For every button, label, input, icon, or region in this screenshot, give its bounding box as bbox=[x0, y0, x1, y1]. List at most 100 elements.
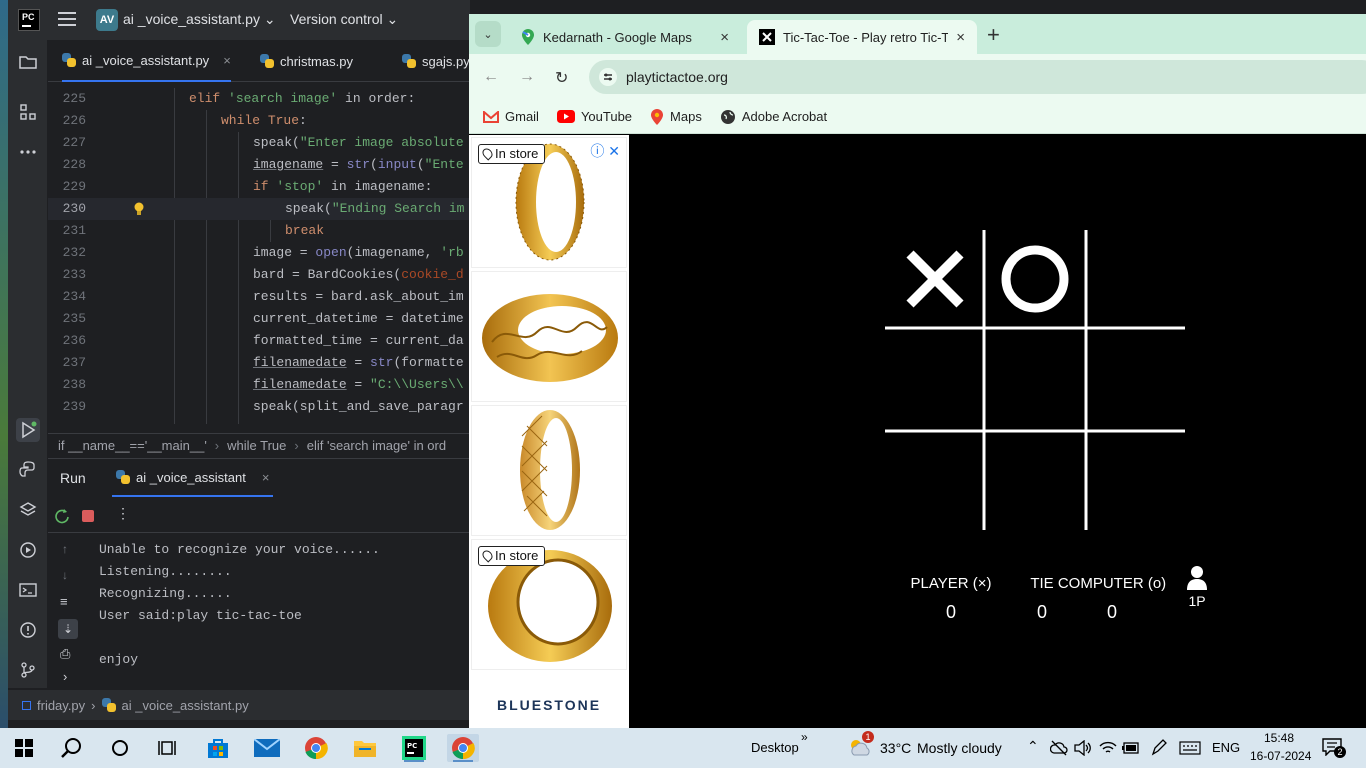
problems-icon[interactable] bbox=[16, 618, 40, 642]
ad-ring-2[interactable] bbox=[471, 271, 627, 402]
project-badge[interactable]: AV bbox=[96, 9, 118, 31]
terminal-icon[interactable] bbox=[16, 578, 40, 602]
site-settings-icon[interactable] bbox=[599, 68, 617, 86]
git-icon[interactable] bbox=[16, 658, 40, 682]
board-cell-6[interactable] bbox=[1087, 330, 1187, 430]
touch-keyboard-icon[interactable] bbox=[1179, 741, 1201, 755]
back-arrow-icon[interactable]: ← bbox=[483, 68, 499, 86]
pen-icon[interactable] bbox=[1150, 739, 1168, 757]
board-cell-5[interactable] bbox=[985, 330, 1085, 430]
board-cell-2[interactable] bbox=[985, 230, 1085, 330]
code-editor[interactable]: 225 elif 'search image' in order: 226 whil… bbox=[48, 88, 470, 424]
services-icon[interactable] bbox=[16, 538, 40, 562]
cortana-button[interactable] bbox=[104, 734, 136, 762]
breadcrumb-item[interactable]: while True bbox=[227, 438, 286, 453]
taskbar-chrome-active[interactable] bbox=[447, 734, 479, 762]
input-language[interactable]: ENG bbox=[1212, 740, 1240, 755]
status-path-item[interactable]: ai _voice_assistant.py bbox=[122, 698, 249, 713]
breadcrumb-item[interactable]: if __name__=='__main__' bbox=[58, 438, 207, 453]
run-tool-icon[interactable] bbox=[16, 418, 40, 442]
close-tab-icon[interactable]: × bbox=[720, 29, 729, 46]
forward-arrow-icon[interactable]: → bbox=[519, 68, 535, 86]
print-icon[interactable]: ⎙ bbox=[60, 646, 70, 662]
weather-description[interactable]: Mostly cloudy bbox=[917, 740, 1002, 756]
address-bar[interactable]: playtictactoe.org bbox=[589, 60, 1366, 94]
expand-icon[interactable]: › bbox=[63, 669, 67, 684]
taskbar-mail[interactable] bbox=[251, 734, 283, 762]
bookmark-adobe-acrobat[interactable]: Adobe Acrobat bbox=[720, 109, 827, 125]
chevron-double-right-icon[interactable]: » bbox=[801, 730, 808, 744]
board-cell-8[interactable] bbox=[985, 433, 1085, 533]
version-control-menu[interactable]: Version control ⌄ bbox=[290, 11, 398, 28]
chevron-down-icon: ⌄ bbox=[483, 28, 493, 41]
board-cell-7[interactable] bbox=[885, 433, 985, 533]
reload-icon[interactable]: ↻ bbox=[555, 68, 568, 88]
layers-icon[interactable] bbox=[16, 498, 40, 522]
arrow-up-icon[interactable]: ↑ bbox=[62, 542, 68, 556]
tab-search-button[interactable]: ⌄ bbox=[475, 21, 501, 47]
status-path-item[interactable]: friday.py bbox=[37, 698, 85, 713]
console-output[interactable]: Unable to recognize your voice...... Lis… bbox=[99, 539, 380, 671]
chevron-up-icon[interactable]: ⌃ bbox=[1027, 738, 1039, 755]
advertisement-panel[interactable]: In store ⓘ ✕ In store BLUESTONE bbox=[469, 135, 629, 728]
player-mode-toggle[interactable]: 1P bbox=[1182, 565, 1212, 609]
browser-tab-maps[interactable]: Kedarnath - Google Maps × bbox=[509, 20, 741, 54]
bookmark-youtube[interactable]: YouTube bbox=[556, 109, 632, 124]
task-view-button[interactable] bbox=[152, 734, 184, 762]
close-tab-icon[interactable]: × bbox=[223, 53, 231, 68]
weather-temperature[interactable]: 33°C bbox=[880, 740, 911, 756]
search-button[interactable] bbox=[56, 734, 88, 762]
ad-ring-1[interactable]: In store ⓘ ✕ bbox=[471, 137, 627, 268]
browser-tab-tictactoe[interactable]: Tic-Tac-Toe - Play retro Tic-Tac- × bbox=[747, 20, 977, 54]
ad-ring-4[interactable]: In store bbox=[471, 539, 627, 670]
bookmark-gmail[interactable]: Gmail bbox=[483, 109, 539, 124]
taskbar-chrome[interactable] bbox=[300, 734, 332, 762]
battery-icon[interactable] bbox=[1122, 741, 1140, 755]
project-folder-icon[interactable] bbox=[16, 50, 40, 74]
clock-date[interactable]: 16-07-2024 bbox=[1250, 749, 1311, 763]
weather-widget-icon[interactable]: 1 bbox=[848, 731, 874, 757]
in-store-badge: In store bbox=[478, 144, 546, 164]
structure-icon[interactable] bbox=[16, 100, 40, 124]
project-selector[interactable]: ai _voice_assistant.py ⌄ bbox=[123, 11, 276, 28]
editor-tab-sgajs[interactable]: sgajs.py bbox=[402, 40, 470, 82]
arrow-down-icon[interactable]: ↓ bbox=[62, 568, 68, 582]
ad-ring-3[interactable] bbox=[471, 405, 627, 536]
stop-icon[interactable] bbox=[81, 509, 95, 523]
brand-logo[interactable]: BLUESTONE bbox=[469, 697, 629, 713]
python-console-icon[interactable] bbox=[16, 458, 40, 482]
ad-close-icon[interactable]: ⓘ ✕ bbox=[590, 141, 620, 161]
new-tab-button[interactable]: + bbox=[987, 22, 1000, 48]
board-cell-4[interactable] bbox=[885, 330, 985, 430]
scroll-to-end-icon[interactable]: ⇣ bbox=[58, 619, 78, 639]
desktop-toolbar-label[interactable]: Desktop bbox=[751, 740, 799, 755]
clock-time[interactable]: 15:48 bbox=[1264, 731, 1294, 745]
notification-center-button[interactable]: 2 bbox=[1322, 738, 1346, 758]
onedrive-offline-icon[interactable] bbox=[1050, 740, 1068, 756]
close-tab-icon[interactable]: × bbox=[956, 29, 965, 46]
wifi-icon[interactable] bbox=[1099, 740, 1117, 756]
editor-tab-ai-voice-assistant[interactable]: ai _voice_assistant.py × bbox=[62, 40, 231, 82]
run-config-tab[interactable]: ai _voice_assistant × bbox=[112, 459, 274, 497]
ad-info-icon[interactable]: ⓘ bbox=[590, 143, 604, 159]
editor-tab-christmas[interactable]: christmas.py bbox=[260, 40, 353, 82]
taskbar-store[interactable] bbox=[202, 734, 234, 762]
volume-icon[interactable] bbox=[1074, 740, 1092, 756]
breadcrumb-item[interactable]: elif 'search image' in ord bbox=[307, 438, 446, 453]
soft-wrap-icon[interactable]: ≡ bbox=[60, 594, 68, 609]
more-tools-icon[interactable] bbox=[16, 140, 40, 164]
board-cell-3[interactable] bbox=[1087, 230, 1187, 330]
board-cell-9[interactable] bbox=[1087, 433, 1187, 533]
ad-close-glyph[interactable]: ✕ bbox=[608, 143, 620, 159]
taskbar-file-explorer[interactable] bbox=[349, 734, 381, 762]
folder-icon bbox=[22, 700, 31, 710]
more-options-icon[interactable]: ⋮ bbox=[116, 505, 130, 522]
close-tab-icon[interactable]: × bbox=[262, 470, 270, 485]
lightbulb-icon[interactable] bbox=[134, 202, 144, 216]
rerun-icon[interactable] bbox=[54, 508, 70, 524]
main-menu-icon[interactable] bbox=[58, 12, 76, 26]
start-button[interactable] bbox=[8, 734, 40, 762]
taskbar-pycharm[interactable]: PC bbox=[398, 734, 430, 762]
bookmark-maps[interactable]: Maps bbox=[650, 108, 702, 125]
board-cell-1[interactable] bbox=[885, 230, 985, 330]
